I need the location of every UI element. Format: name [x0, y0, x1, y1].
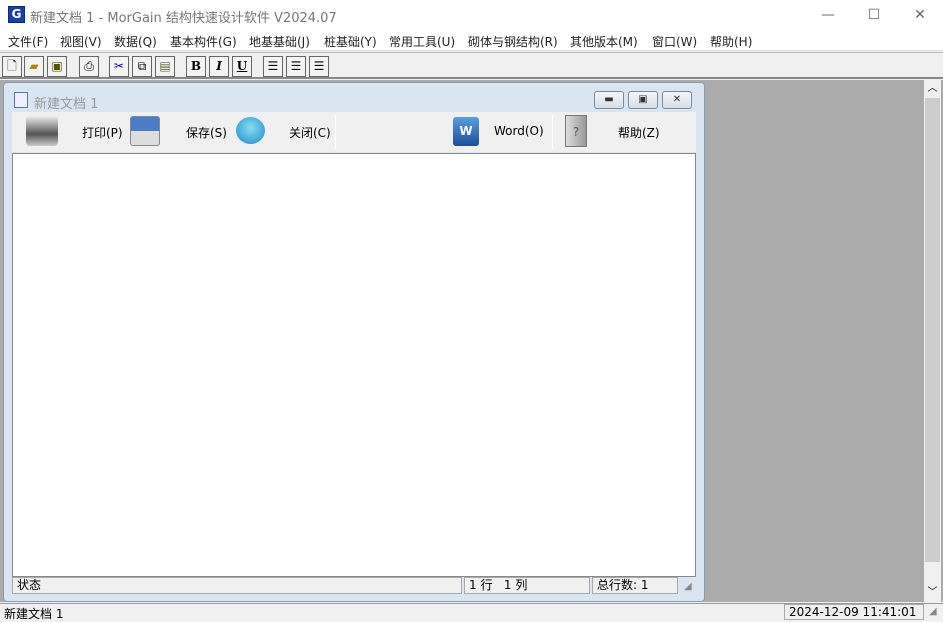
separator	[335, 115, 336, 149]
word-export-button[interactable]: Word(O)	[494, 124, 544, 138]
paste-button[interactable]: ▤	[155, 56, 175, 77]
menu-bar: 文件(F) 视图(V) 数据(Q) 基本构件(G) 地基基础(J) 桩基础(Y)…	[0, 30, 943, 51]
cut-button[interactable]: ✂	[109, 56, 129, 77]
title-bar: G 新建文档 1 - MorGain 结构快速设计软件 V2024.07 — ☐…	[0, 0, 943, 30]
bold-button[interactable]: B	[186, 56, 206, 77]
copy-button[interactable]: ⧉	[132, 56, 152, 77]
total-lines: 总行数: 1	[592, 577, 678, 594]
scroll-up-icon[interactable]: ︿	[924, 80, 941, 98]
help-book-icon[interactable]: ?	[565, 115, 587, 147]
status-bar: 新建文档 1 2024-12-09 11:41:01 ◢	[0, 603, 943, 621]
status-text: 状态	[12, 577, 462, 594]
help-button[interactable]: 帮助(Z)	[618, 124, 660, 141]
menu-data[interactable]: 数据(Q)	[114, 33, 157, 50]
window-title: 新建文档 1 - MorGain 结构快速设计软件 V2024.07	[30, 11, 337, 26]
menu-foundation[interactable]: 地基基础(J)	[249, 33, 310, 50]
status-datetime: 2024-12-09 11:41:01	[784, 604, 924, 620]
document-icon	[14, 92, 28, 108]
menu-help[interactable]: 帮助(H)	[710, 33, 752, 50]
document-title: 新建文档 1	[34, 97, 99, 112]
new-button[interactable]: 🗋	[2, 56, 22, 77]
minimize-button[interactable]: —	[805, 0, 851, 30]
cursor-position: 1 行 1 列	[464, 577, 590, 594]
close-button[interactable]: ✕	[897, 0, 943, 30]
power-icon[interactable]	[236, 117, 265, 144]
menu-pile[interactable]: 桩基础(Y)	[324, 33, 377, 50]
menu-tools[interactable]: 常用工具(U)	[389, 33, 455, 50]
word-icon[interactable]: W	[453, 117, 479, 146]
resize-grip-icon[interactable]: ◢	[684, 581, 692, 592]
save-button[interactable]: ▣	[47, 56, 67, 77]
separator	[552, 115, 553, 149]
menu-window[interactable]: 窗口(W)	[652, 33, 697, 50]
child-restore-button[interactable]: ▣	[628, 91, 658, 109]
save-disk-icon[interactable]	[130, 116, 160, 146]
print-button[interactable]: 打印(P)	[82, 124, 123, 141]
scrollbar-thumb[interactable]	[925, 98, 940, 562]
document-window: 新建文档 1 ▬ ▣ ✕ 打印(P) 保存(S) 关闭(C) W Word(O)…	[3, 82, 705, 602]
text-editor[interactable]	[12, 153, 696, 577]
menu-file[interactable]: 文件(F)	[8, 33, 48, 50]
resize-grip-icon[interactable]: ◢	[929, 606, 937, 617]
close-document-button[interactable]: 关闭(C)	[289, 124, 331, 141]
scroll-down-icon[interactable]: ﹀	[924, 584, 941, 602]
open-button[interactable]: ▰	[24, 56, 44, 77]
print-button[interactable]: ⎙	[79, 56, 99, 77]
child-minimize-button[interactable]: ▬	[594, 91, 624, 109]
align-center-button[interactable]: ☰	[286, 56, 306, 77]
printer-icon[interactable]	[26, 116, 58, 146]
menu-basic-members[interactable]: 基本构件(G)	[170, 33, 237, 50]
child-close-button[interactable]: ✕	[662, 91, 692, 109]
menu-masonry-steel[interactable]: 砌体与钢结构(R)	[468, 33, 558, 50]
menu-view[interactable]: 视图(V)	[60, 33, 102, 50]
italic-button[interactable]: I	[209, 56, 229, 77]
status-document-name: 新建文档 1	[4, 607, 64, 621]
document-toolbar: 打印(P) 保存(S) 关闭(C) W Word(O) ? 帮助(Z)	[12, 112, 696, 152]
align-left-button[interactable]: ☰	[263, 56, 283, 77]
underline-button[interactable]: U	[232, 56, 252, 77]
save-button[interactable]: 保存(S)	[186, 124, 227, 141]
align-right-button[interactable]: ☰	[309, 56, 329, 77]
toolbar: 🗋 ▰ ▣ ⎙ ✂ ⧉ ▤ B I U ☰ ☰ ☰	[0, 52, 943, 79]
app-logo-icon: G	[8, 6, 25, 23]
maximize-button[interactable]: ☐	[851, 0, 897, 30]
menu-other-versions[interactable]: 其他版本(M)	[570, 33, 638, 50]
